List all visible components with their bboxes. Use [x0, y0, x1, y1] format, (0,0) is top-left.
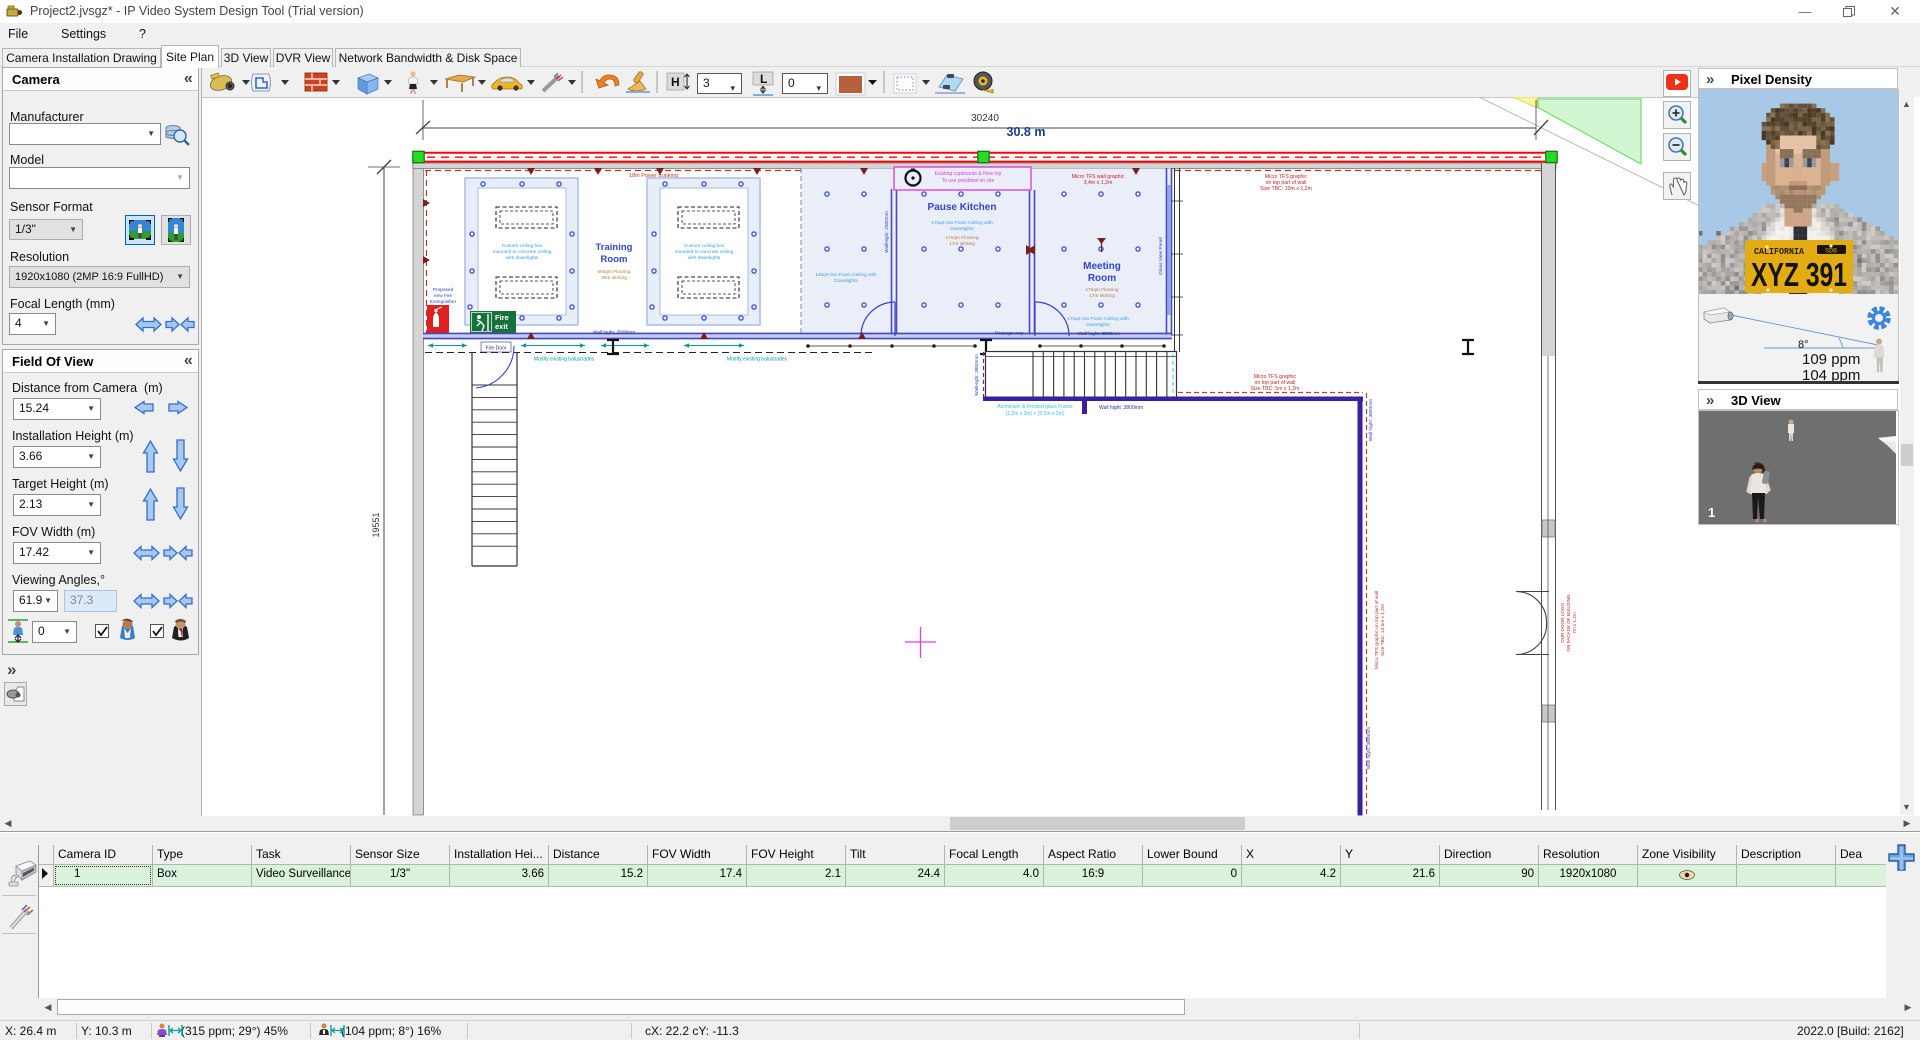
- svg-text:H: H: [671, 75, 680, 89]
- svg-text:35m skirting: 35m skirting: [601, 275, 627, 281]
- svg-text:19551: 19551: [371, 512, 381, 537]
- svg-text:Modify existing balustrades: Modify existing balustrades: [727, 357, 788, 363]
- svg-text:Existing cupboards & New top: Existing cupboards & New top: [935, 171, 1002, 177]
- svg-text:(1.2m x 2m) + (5.2m x 2m): (1.2m x 2m) + (5.2m x 2m): [1005, 411, 1064, 417]
- svg-text:with downlights: with downlights: [506, 255, 539, 261]
- svg-text:Wall hight: 3800mm: Wall hight: 3800mm: [1368, 399, 1374, 441]
- svg-text:SDB: SDB: [1825, 248, 1837, 255]
- svg-text:exit: exit: [495, 322, 508, 331]
- svg-text:Micro TFS graphic on top part: Micro TFS graphic on top part of wall: [1374, 591, 1380, 669]
- svg-text:Downlights: Downlights: [834, 278, 858, 284]
- svg-text:17sqm Flooring: 17sqm Flooring: [1085, 287, 1118, 293]
- svg-text:60sqm Flooring: 60sqm Flooring: [597, 269, 630, 275]
- svg-text:Size TBC: 10m x 1,2m: Size TBC: 10m x 1,2m: [1260, 186, 1312, 192]
- svg-text:Custom ceiling box: Custom ceiling box: [502, 243, 543, 249]
- svg-text:17sqm iso Foam Ceiling with: 17sqm iso Foam Ceiling with: [1067, 316, 1129, 322]
- svg-text:WallHight: 2500mm: WallHight: 2500mm: [884, 211, 890, 253]
- svg-text:L: L: [760, 72, 767, 86]
- svg-text:Modify existing balustrades: Modify existing balustrades: [534, 357, 595, 363]
- svg-text:Size TBC: 13,5m x 1,2m: Size TBC: 13,5m x 1,2m: [1380, 604, 1386, 656]
- svg-text:17m skirting: 17m skirting: [949, 241, 975, 247]
- svg-text:Meeting: Meeting: [1083, 261, 1121, 272]
- svg-text:XYZ 391: XYZ 391: [1751, 256, 1847, 293]
- svg-text:new Fire: new Fire: [434, 293, 453, 299]
- svg-text:17sqm Flooring: 17sqm Flooring: [945, 235, 978, 241]
- svg-text:Passage way: Passage way: [995, 331, 1024, 337]
- svg-text:7m x 1,2m: 7m x 1,2m: [1572, 612, 1577, 634]
- svg-text:8°: 8°: [1798, 339, 1809, 351]
- svg-text:Glass View Panel: Glass View Panel: [1158, 237, 1164, 275]
- svg-text:17m skirting: 17m skirting: [1089, 293, 1115, 299]
- svg-text:3,4m x 1,2m: 3,4m x 1,2m: [1084, 180, 1113, 186]
- svg-text:Pause Kitchen: Pause Kitchen: [928, 202, 997, 213]
- svg-text:Proposed: Proposed: [433, 287, 454, 293]
- svg-text:17sqm iso Foam Ceiling with: 17sqm iso Foam Ceiling with: [931, 220, 993, 226]
- svg-text:WallHight: 3800mm: WallHight: 3800mm: [974, 354, 980, 396]
- svg-text:30.8 m: 30.8 m: [1007, 125, 1046, 139]
- svg-text:Room: Room: [1088, 273, 1116, 284]
- svg-text:Wall hight: 2500mm: Wall hight: 2500mm: [1078, 331, 1120, 337]
- svg-text:OUR DOOR LOGO: OUR DOOR LOGO: [1560, 603, 1565, 643]
- svg-text:12sqm iso Foam Ceiling with: 12sqm iso Foam Ceiling with: [815, 272, 877, 278]
- svg-text:mounted to concrete ceiling: mounted to concrete ceiling: [675, 249, 734, 255]
- svg-text:Fire Door: Fire Door: [486, 346, 507, 352]
- svg-text:Wall hight: 2500mm: Wall hight: 2500mm: [593, 330, 635, 336]
- svg-text:Room: Room: [601, 254, 628, 265]
- svg-text:ON FACADE OF BUILDING: ON FACADE OF BUILDING: [1566, 594, 1571, 652]
- svg-text:Downlights: Downlights: [1086, 322, 1110, 328]
- svg-text:Extinguisher: Extinguisher: [430, 299, 457, 305]
- svg-text:Size TBC: 5m x 1,2m: Size TBC: 5m x 1,2m: [1251, 386, 1300, 392]
- svg-text:Custom ceiling box: Custom ceiling box: [684, 243, 725, 249]
- svg-text:Training: Training: [596, 242, 633, 253]
- svg-text:109 ppm: 109 ppm: [1802, 351, 1860, 368]
- svg-text:30240: 30240: [971, 113, 999, 124]
- svg-text:Aluminium & Frosted glass Fram: Aluminium & Frosted glass Frame: [997, 404, 1073, 410]
- svg-text:Downlights: Downlights: [950, 226, 974, 232]
- svg-text:mounted to concrete ceiling: mounted to concrete ceiling: [493, 249, 552, 255]
- svg-text:Wall hight: 3800mm: Wall hight: 3800mm: [1099, 405, 1143, 411]
- svg-text:Fire: Fire: [495, 313, 509, 322]
- svg-text:To use prepbowl on site: To use prepbowl on site: [942, 178, 995, 184]
- svg-text:Wall hight: 3800mm: Wall hight: 3800mm: [1366, 727, 1372, 769]
- svg-text:with downlights: with downlights: [688, 255, 721, 261]
